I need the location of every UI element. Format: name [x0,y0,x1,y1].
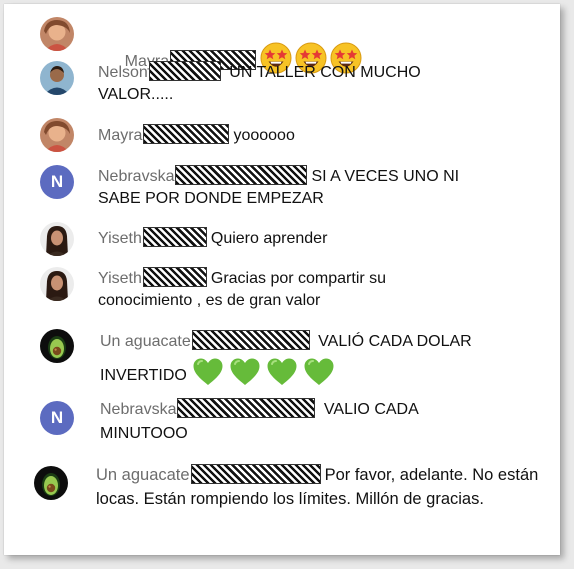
message-text: Yiseth Gracias por compartir su conocimie… [98,267,483,312]
message-text: Nebravska VALIO CADA MINUTOOO [100,398,480,446]
message-text: Yiseth Quiero aprender [98,227,538,250]
message-body: yoooooo [233,127,295,144]
avatar [40,17,74,51]
redacted-block [148,61,221,81]
green-heart-emoji [228,356,262,398]
redacted-block [175,165,308,185]
avatar [40,267,74,301]
message-text: Un aguacate VALIÓ CADA DOLAR INVERTIDO [100,328,550,398]
message-text: Nebravska SI A VECES UNO NI SABE POR DOND… [98,165,498,210]
green-heart-emoji [302,356,336,398]
avatar [40,61,74,95]
author-name: Yiseth [98,230,142,247]
message-text: Nelson UN TALLER CON MUCHO VALOR..... [98,61,478,106]
avatar [40,329,74,363]
green-heart-emoji [191,356,225,398]
author-name: Un aguacate [96,466,190,484]
message-body: Quiero aprender [210,230,328,247]
green-heart-emoji [265,356,299,398]
author-name: Yiseth [98,270,142,287]
avatar [40,118,74,152]
message-text: Un aguacate Por favor, adelante. No están… [96,463,541,511]
redacted-block [177,398,316,418]
author-name: Nebravska [100,401,177,418]
avatar: N [40,401,74,435]
live-chat-panel: Mayra Nelson UN TALLER CON MUCHO VALOR..… [4,4,560,555]
author-name: Un aguacate [100,333,191,350]
redacted-block [191,330,310,350]
author-name: Nebravska [98,168,175,185]
author-name: Nelson [98,64,148,81]
message-text: Mayra yoooooo [98,124,538,147]
redacted-block [142,267,207,287]
avatar-letter: N [50,408,64,427]
author-name: Mayra [98,127,143,144]
avatar [40,222,74,256]
redacted-block [142,227,207,247]
avatar-letter: N [50,172,64,191]
avatar [34,466,68,500]
avatar: N [40,165,74,199]
redacted-block [190,464,321,484]
redacted-block [143,124,230,144]
